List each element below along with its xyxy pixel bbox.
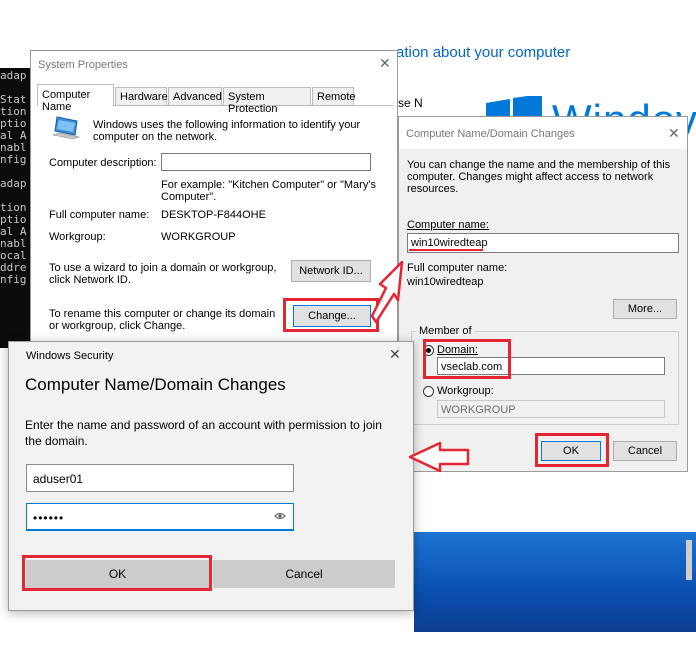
annotation-arrows: [370, 260, 470, 473]
arrow-left: [408, 441, 470, 473]
arrow-up-right: [370, 260, 404, 324]
